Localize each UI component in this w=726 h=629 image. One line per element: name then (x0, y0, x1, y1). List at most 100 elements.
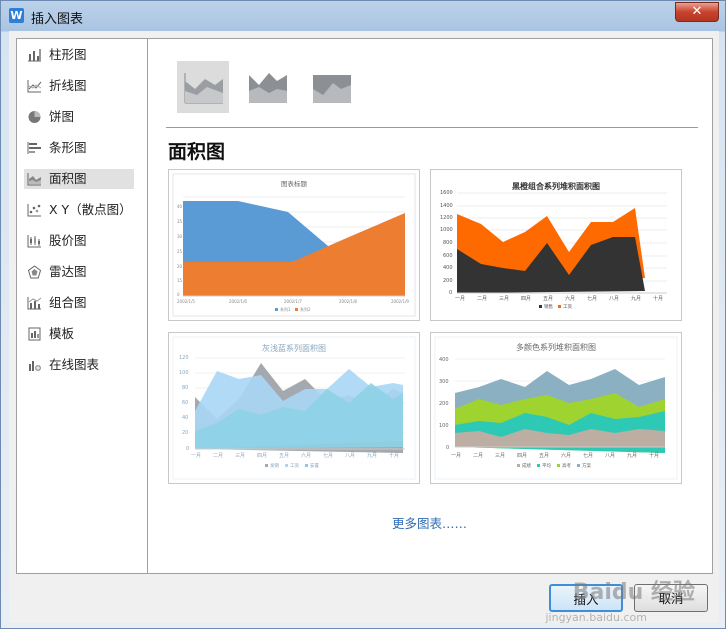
x-tick: 一月 (455, 296, 465, 302)
y-tick: 600 (443, 253, 453, 259)
chart-title: 多颜色系列堆积面积图 (516, 342, 596, 352)
x-tick: 三月 (495, 453, 505, 459)
stock-chart-icon (27, 235, 41, 248)
chart-template-thumbnail[interactable]: 图表标题 40 35 30 25 20 15 0 2002/1/5 2002/1… (168, 169, 420, 321)
legend-label: 成绩 (522, 462, 531, 469)
legend-label: 销售 (544, 303, 553, 310)
y-tick: 400 (443, 265, 453, 271)
sidebar-item-bar[interactable]: 条形图 (24, 138, 134, 158)
y-tick: 100 (439, 423, 449, 429)
x-tick: 八月 (345, 453, 355, 459)
x-tick: 二月 (473, 453, 483, 459)
sidebar-item-area[interactable]: 面积图 (24, 169, 134, 189)
y-tick: 1400 (440, 203, 453, 209)
radar-chart-icon (27, 265, 42, 279)
sidebar-item-column[interactable]: 柱形图 (24, 45, 134, 65)
y-tick: 400 (439, 357, 449, 363)
insert-chart-dialog: W 插入图表 ✕ 柱形图 折线图 饼图 条形图 面积图 X Y（散点图） 股价图… (0, 0, 726, 629)
online-chart-icon (29, 361, 41, 371)
column-chart-icon (28, 49, 41, 62)
x-tick: 六月 (301, 452, 311, 459)
sidebar-item-label: 在线图表 (49, 357, 100, 372)
y-tick: 80 (182, 385, 188, 391)
chart-title: 图表标题 (281, 179, 308, 188)
x-tick: 七月 (587, 295, 597, 302)
x-tick: 三月 (499, 296, 509, 302)
baidu-watermark: Baidu 经验 (572, 580, 695, 605)
legend-label: 系列1 (280, 306, 291, 312)
y-tick: 300 (439, 379, 449, 385)
wps-writer-icon: W (9, 8, 24, 23)
x-tick: 三月 (235, 453, 245, 459)
x-tick: 八月 (605, 453, 615, 459)
area-subtype-icon (184, 73, 223, 104)
y-tick: 100 (179, 370, 189, 376)
legend-label: 工资 (563, 303, 572, 310)
chart-preview: 多颜色系列堆积面积图 400 300 200 100 0 一月 二月 三月 四月… (434, 336, 678, 480)
x-tick: 六月 (561, 452, 571, 459)
chart-template-thumbnail[interactable]: 黑橙组合系列堆积面积图 1600 1400 1200 1000 800 600 (430, 169, 682, 321)
y-tick: 20 (182, 430, 188, 436)
combo-chart-icon (27, 297, 42, 310)
x-tick: 四月 (521, 296, 531, 302)
sidebar-item-line[interactable]: 折线图 (24, 76, 134, 96)
bar-chart-icon (27, 142, 41, 154)
percent-stacked-area-subtype-icon (313, 75, 351, 103)
x-tick: 九月 (631, 295, 641, 302)
content-frame: 柱形图 折线图 饼图 条形图 面积图 X Y（散点图） 股价图 雷达图 组合图 … (16, 38, 713, 574)
legend-label: 方案 (582, 462, 591, 469)
sidebar-item-stock[interactable]: 股价图 (24, 231, 134, 251)
y-tick: 15 (177, 278, 183, 283)
legend-label: 发销 (270, 462, 279, 469)
sidebar-item-label: 股价图 (49, 233, 87, 248)
sidebar-item-online[interactable]: 在线图表 (24, 355, 134, 375)
sidebar-item-radar[interactable]: 雷达图 (24, 262, 134, 282)
x-tick: 二月 (477, 296, 487, 302)
chart-preview: 黑橙组合系列堆积面积图 1600 1400 1200 1000 800 600 (440, 181, 667, 310)
close-button[interactable]: ✕ (675, 2, 719, 22)
x-tick: 五月 (539, 453, 549, 459)
x-tick: 七月 (583, 452, 593, 459)
y-tick: 0 (186, 446, 189, 452)
x-tick: 四月 (517, 453, 527, 459)
subtype-100-stacked-area[interactable] (305, 61, 357, 113)
x-tick: 八月 (609, 296, 619, 302)
legend-label: 工资 (290, 462, 299, 469)
x-tick: 一月 (191, 453, 201, 459)
y-tick: 800 (443, 240, 453, 246)
subtype-area[interactable] (177, 61, 229, 113)
x-tick: 一月 (451, 453, 461, 459)
x-tick: 2002/1/5 (177, 299, 195, 304)
scatter-chart-icon (27, 204, 41, 217)
x-tick: 九月 (367, 452, 377, 459)
sidebar-item-label: 模板 (49, 326, 75, 341)
chart-title: 灰浅蓝系列面积图 (262, 343, 326, 353)
sidebar-item-label: 雷达图 (49, 264, 87, 279)
y-tick: 60 (182, 400, 188, 406)
template-icon (28, 327, 41, 341)
x-tick: 2002/1/6 (229, 299, 247, 304)
more-charts-link[interactable]: 更多图表…… (392, 513, 467, 532)
sidebar-item-combo[interactable]: 组合图 (24, 293, 134, 313)
x-tick: 十月 (389, 452, 399, 459)
dialog-title: 插入图表 (31, 12, 84, 27)
x-tick: 五月 (543, 296, 553, 302)
area-chart-icon (27, 173, 41, 186)
sidebar-item-scatter[interactable]: X Y（散点图） (24, 200, 134, 220)
y-tick: 200 (443, 278, 453, 284)
sidebar-item-template[interactable]: 模板 (24, 324, 134, 344)
chart-template-thumbnail[interactable]: 多颜色系列堆积面积图 400 300 200 100 0 一月 二月 三月 四月… (430, 332, 682, 484)
sidebar-item-label: X Y（散点图） (49, 202, 132, 217)
legend-label: 系列2 (300, 306, 311, 312)
legend-label: 平均 (542, 462, 551, 469)
subtype-stacked-area[interactable] (241, 61, 293, 113)
sidebar-item-pie[interactable]: 饼图 (24, 107, 134, 127)
title-bar: W 插入图表 ✕ (1, 1, 725, 31)
sidebar-item-label: 饼图 (49, 109, 75, 124)
legend-label: 高考 (562, 462, 571, 469)
line-chart-icon (27, 80, 42, 93)
chart-template-thumbnail[interactable]: 灰浅蓝系列面积图 120 100 80 60 40 20 0 一月 二月 三月 … (168, 332, 420, 484)
x-tick: 二月 (213, 453, 223, 459)
sidebar-item-label: 组合图 (49, 295, 87, 310)
y-tick: 120 (179, 355, 189, 361)
